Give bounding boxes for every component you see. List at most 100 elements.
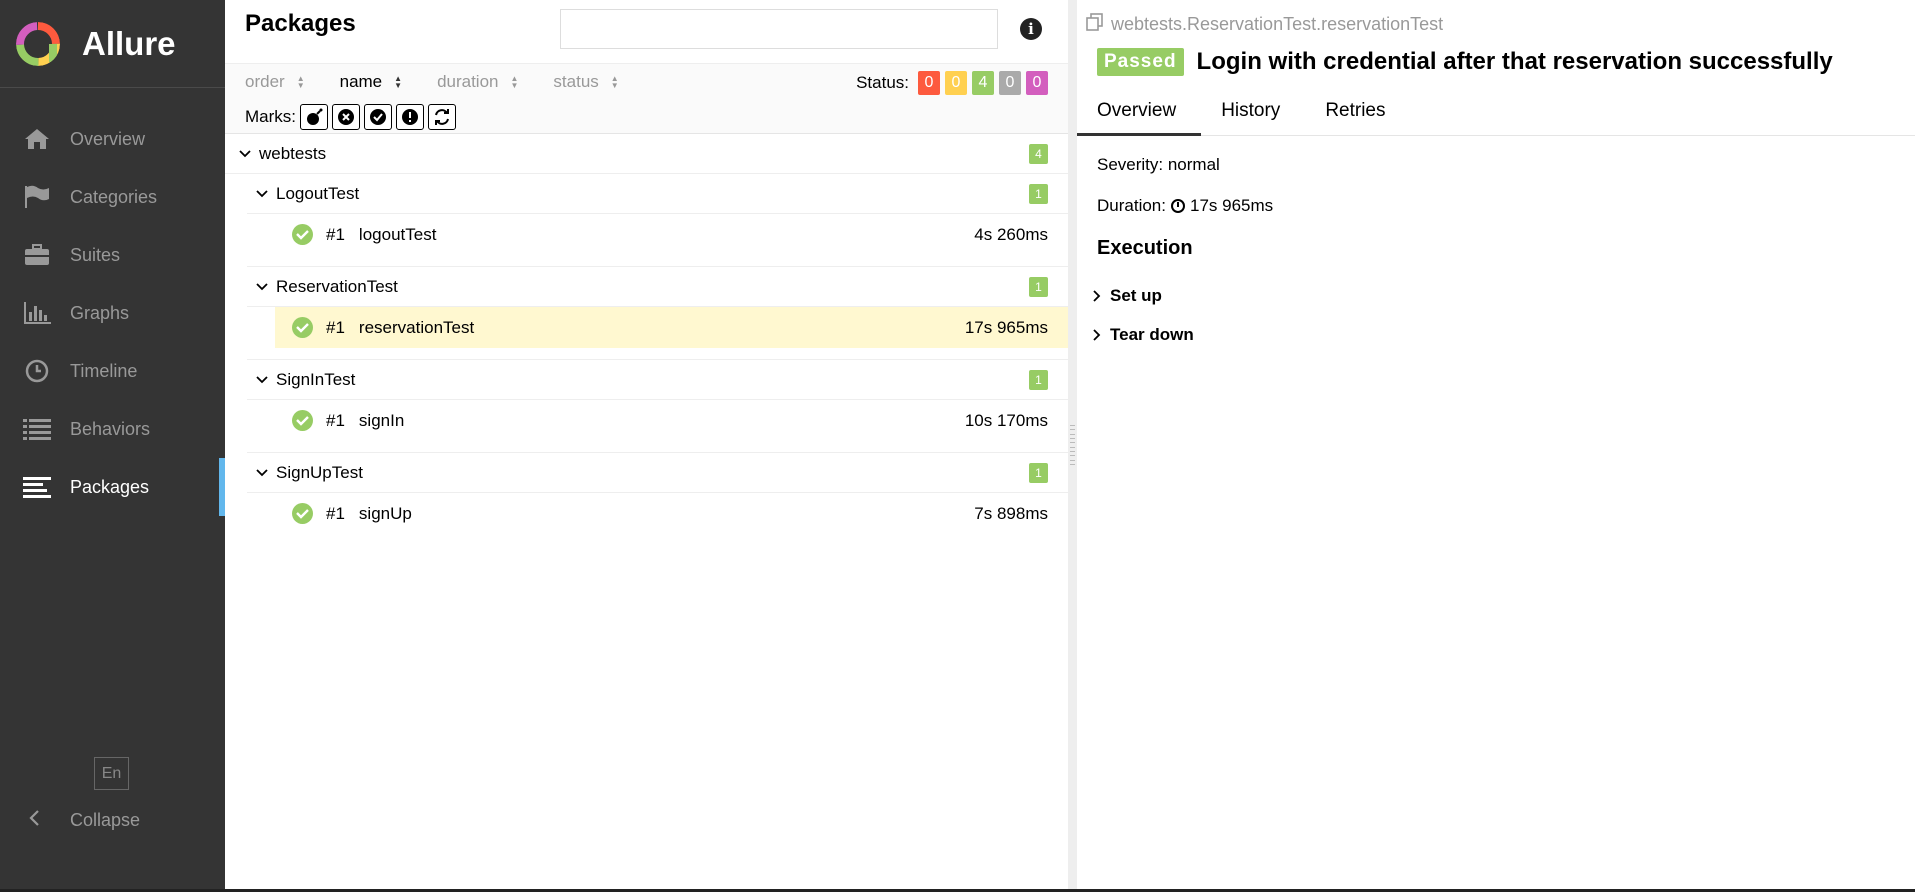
- chevron-left-icon: [28, 809, 40, 832]
- sort-arrows-icon: ▲ ▼: [610, 74, 619, 90]
- sort-duration-label: duration: [437, 72, 499, 91]
- step-label: Set up: [1110, 285, 1162, 305]
- sidebar-item-timeline[interactable]: Timeline: [0, 342, 225, 400]
- sort-name[interactable]: name ▲ ▼: [340, 72, 402, 92]
- test-number: #1: [326, 410, 345, 430]
- status-filter: Status: 0 0 4 0 0: [856, 71, 1048, 95]
- status-broken-toggle[interactable]: 0: [945, 71, 967, 95]
- bomb-mark-toggle[interactable]: [300, 104, 328, 130]
- copy-icon[interactable]: [1085, 13, 1105, 36]
- test-row-selected[interactable]: #1 reservationTest 17s 965ms: [275, 307, 1068, 348]
- execution-heading: Execution: [1097, 237, 1193, 259]
- retries-mark-toggle[interactable]: [428, 104, 456, 130]
- sort-status-label: status: [553, 72, 599, 91]
- severity-line: Severity: normal: [1097, 155, 1220, 174]
- duration-line: Duration: 17s 965ms: [1097, 196, 1273, 216]
- tree-group-name: webtests: [259, 143, 327, 163]
- collapse-label: Collapse: [70, 809, 141, 830]
- list-icon: [22, 416, 52, 442]
- tab-history[interactable]: History: [1201, 90, 1305, 136]
- sidebar: Allure Overview Categories Suites Graphs…: [0, 0, 225, 892]
- align-left-icon: [22, 474, 52, 500]
- sidebar-item-overview[interactable]: Overview: [0, 110, 225, 168]
- status-skipped-toggle[interactable]: 0: [999, 71, 1021, 95]
- clock-icon: [22, 358, 52, 384]
- collapse-button[interactable]: Collapse: [0, 791, 140, 849]
- tree-group-root[interactable]: webtests 4: [225, 134, 1068, 174]
- briefcase-icon: [22, 242, 52, 268]
- brand[interactable]: Allure: [0, 0, 225, 88]
- status-badge: Passed: [1097, 48, 1184, 76]
- tree-group-name: LogoutTest: [276, 183, 360, 203]
- test-name: logoutTest: [358, 224, 437, 244]
- clock-icon: [1170, 199, 1185, 213]
- tree-group-reservationtest[interactable]: ReservationTest 1: [247, 267, 1068, 307]
- count-badge: 1: [1029, 370, 1048, 390]
- sidebar-item-packages[interactable]: Packages: [0, 458, 225, 516]
- info-icon[interactable]: i: [1020, 18, 1042, 40]
- test-duration: 10s 170ms: [964, 410, 1048, 430]
- sidebar-item-graphs[interactable]: Graphs: [0, 284, 225, 342]
- language-switch[interactable]: En: [94, 757, 129, 790]
- chevron-down-icon: [255, 468, 269, 478]
- divider: [247, 255, 1068, 267]
- passed-status-icon: [292, 503, 313, 524]
- test-number: #1: [326, 224, 345, 244]
- tab-overview[interactable]: Overview: [1077, 90, 1202, 136]
- test-number: #1: [326, 503, 345, 523]
- sort-status[interactable]: status ▲ ▼: [553, 72, 618, 92]
- test-title: Passed Login with credential after that …: [1097, 48, 1833, 76]
- tab-retries[interactable]: Retries: [1305, 90, 1410, 136]
- test-name: reservationTest: [358, 317, 475, 337]
- test-duration: 4s 260ms: [974, 224, 1048, 244]
- step-teardown[interactable]: Tear down: [1092, 315, 1273, 354]
- tree-group-signintest[interactable]: SignInTest 1: [247, 360, 1068, 400]
- passed-status-icon: [292, 410, 313, 431]
- new-failed-mark-toggle[interactable]: [332, 104, 360, 130]
- test-detail-panel: webtests.ReservationTest.reservationTest…: [1077, 0, 1915, 892]
- search-input[interactable]: [560, 9, 998, 49]
- sidebar-item-label: Categories: [70, 186, 158, 207]
- passed-status-icon: [292, 224, 313, 245]
- count-badge: 1: [1029, 277, 1048, 297]
- step-setup[interactable]: Set up: [1092, 276, 1273, 315]
- new-broken-mark-toggle[interactable]: [396, 104, 424, 130]
- sort-name-label: name: [339, 72, 383, 91]
- sidebar-item-behaviors[interactable]: Behaviors: [0, 400, 225, 458]
- sort-arrows-icon: ▲ ▼: [296, 74, 305, 90]
- test-row[interactable]: #1 signIn 10s 170ms: [275, 400, 1068, 441]
- sidebar-item-suites[interactable]: Suites: [0, 226, 225, 284]
- sort-order[interactable]: order ▲ ▼: [245, 72, 305, 92]
- status-unknown-toggle[interactable]: 0: [1026, 71, 1048, 95]
- tree-group-logouttest[interactable]: LogoutTest 1: [247, 174, 1068, 214]
- sidebar-item-label: Timeline: [70, 360, 138, 381]
- test-row[interactable]: #1 signUp 7s 898ms: [275, 493, 1068, 534]
- sidebar-item-label: Packages: [70, 476, 150, 497]
- exclamation-circle-icon: [402, 109, 418, 125]
- chevron-right-icon: [1092, 328, 1104, 342]
- sort-order-label: order: [245, 72, 285, 91]
- test-duration: 7s 898ms: [974, 503, 1048, 523]
- sidebar-item-label: Suites: [70, 244, 121, 265]
- sort-arrows-icon: ▲ ▼: [394, 74, 403, 90]
- test-number: #1: [326, 317, 345, 337]
- sidebar-menu: Overview Categories Suites Graphs Timeli…: [0, 110, 225, 516]
- status-failed-toggle[interactable]: 0: [918, 71, 940, 95]
- count-badge: 1: [1029, 463, 1048, 483]
- chevron-down-icon: [255, 189, 269, 199]
- sort-duration[interactable]: duration ▲ ▼: [437, 72, 518, 92]
- home-icon: [22, 126, 52, 152]
- sidebar-item-categories[interactable]: Categories: [0, 168, 225, 226]
- tree-group-signuptest[interactable]: SignUpTest 1: [247, 453, 1068, 493]
- chevron-down-icon: [255, 282, 269, 292]
- new-passed-mark-toggle[interactable]: [364, 104, 392, 130]
- status-passed-toggle[interactable]: 4: [972, 71, 994, 95]
- test-row[interactable]: #1 logoutTest 4s 260ms: [275, 214, 1068, 255]
- splitter-grip-icon[interactable]: [1070, 425, 1075, 465]
- divider: [247, 348, 1068, 360]
- sidebar-item-label: Graphs: [70, 302, 130, 323]
- divider: [247, 441, 1068, 453]
- allure-report-app: Allure Overview Categories Suites Graphs…: [0, 0, 1915, 892]
- sort-arrows-icon: ▲ ▼: [510, 74, 519, 90]
- tree-group-name: ReservationTest: [276, 276, 398, 296]
